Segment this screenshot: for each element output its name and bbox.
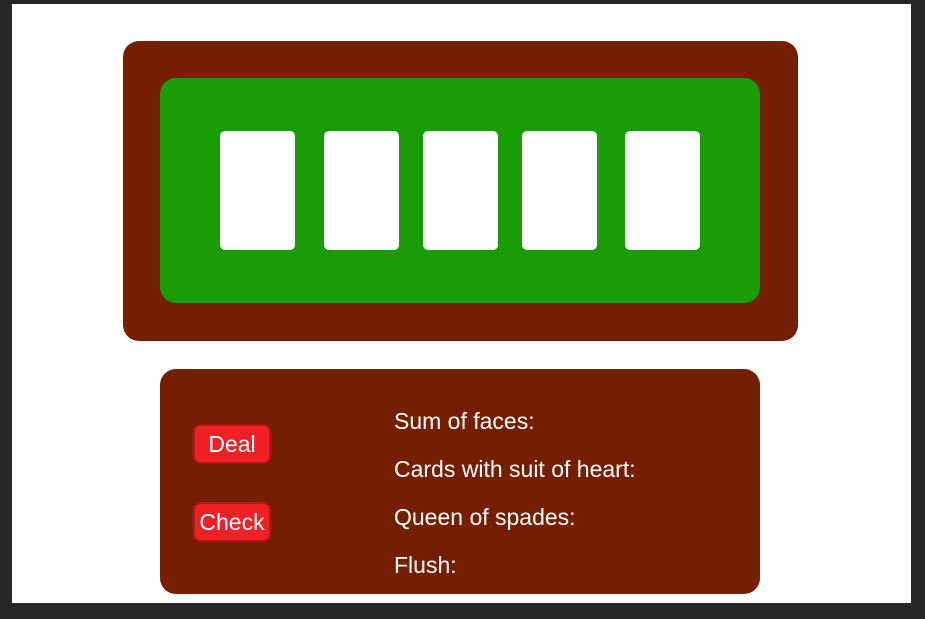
card-slot-4 <box>522 131 597 250</box>
flush-label: Flush: <box>394 552 457 578</box>
cards-with-heart-label: Cards with suit of heart: <box>394 456 636 482</box>
control-panel: Deal Check Sum of faces: Cards with suit… <box>160 369 760 594</box>
game-canvas: Deal Check Sum of faces: Cards with suit… <box>12 4 911 603</box>
sum-of-faces-label: Sum of faces: <box>394 408 535 434</box>
deal-button[interactable]: Deal <box>193 424 271 464</box>
card-table-felt <box>160 78 760 303</box>
card-table-frame <box>123 41 798 341</box>
card-slot-1 <box>220 131 295 250</box>
card-slot-5 <box>625 131 700 250</box>
card-slot-3 <box>423 131 498 250</box>
stats-list: Sum of faces: Cards with suit of heart: … <box>394 405 636 597</box>
check-button[interactable]: Check <box>193 502 271 542</box>
queen-of-spades-label: Queen of spades: <box>394 504 576 530</box>
card-slot-2 <box>324 131 399 250</box>
